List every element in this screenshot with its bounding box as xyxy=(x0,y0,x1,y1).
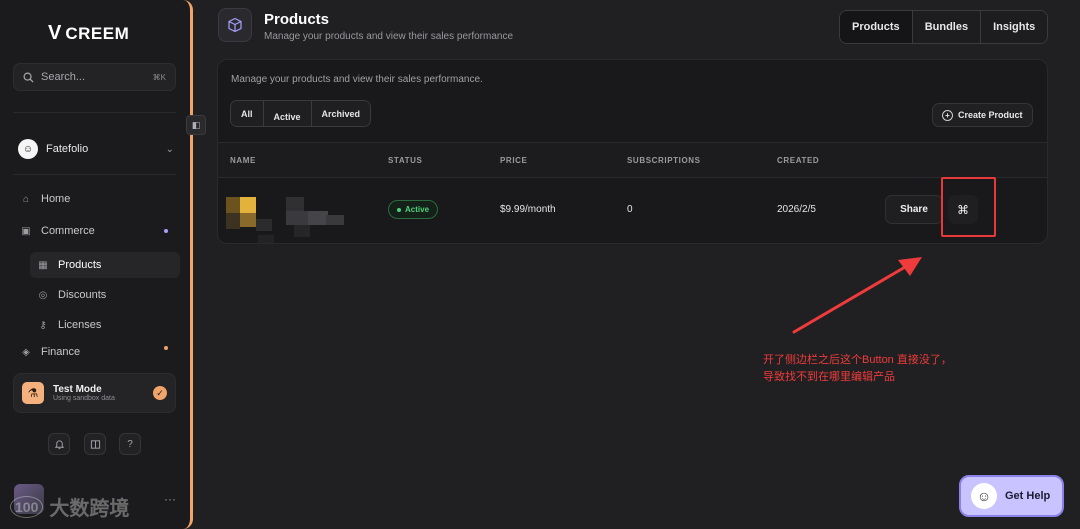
sidebar-item-products[interactable]: ▦ Products xyxy=(30,252,180,278)
box-icon xyxy=(218,8,252,42)
column-header-status: STATUS xyxy=(388,156,423,165)
watermark: 100 大数跨境 xyxy=(10,492,129,521)
image-icon: ▦ xyxy=(38,259,48,271)
sidebar-item-home[interactable]: ⌂ Home xyxy=(13,186,178,212)
subscriptions-cell: 0 xyxy=(627,204,633,215)
flask-icon: ⚗ xyxy=(22,382,44,404)
sidebar-item-label: Home xyxy=(41,193,71,205)
sidebar-item-label: Discounts xyxy=(58,289,107,301)
discount-icon: ◎ xyxy=(38,289,48,301)
sidebar-item-label: Commerce xyxy=(41,225,95,237)
price-cell: $9.99/month xyxy=(500,204,556,215)
mascot-icon: ☺ xyxy=(971,483,997,509)
status-text: Active xyxy=(405,205,430,214)
page-title: Products xyxy=(264,11,330,28)
status-badge: Active xyxy=(388,200,439,219)
annotation-arrow xyxy=(792,257,922,334)
chevron-down-icon: ⌄ xyxy=(165,143,174,155)
org-avatar: ☺ xyxy=(18,139,38,159)
annotation-line-1: 开了侧边栏之后这个Button 直接没了， xyxy=(763,354,952,366)
annotation-note: 开了侧边栏之后这个Button 直接没了， 导致找不到在哪里编辑产品 xyxy=(763,352,993,386)
sidebar-item-discounts[interactable]: ◎ Discounts xyxy=(30,282,180,308)
more-icon[interactable]: ··· xyxy=(164,492,176,506)
finance-icon: ◈ xyxy=(22,346,30,358)
search-input[interactable]: Search... ⌘K xyxy=(13,63,176,91)
notification-dot xyxy=(164,346,168,350)
header-tabs: Products Bundles Insights xyxy=(839,10,1049,44)
column-header-name: NAME xyxy=(230,156,256,165)
create-product-label: Create Product xyxy=(958,110,1023,120)
filter-active[interactable]: Active xyxy=(262,101,311,126)
column-header-subscriptions: SUBSCRIPTIONS xyxy=(627,156,701,165)
logo-text: CREEM xyxy=(65,23,130,43)
notification-dot xyxy=(164,229,168,233)
check-icon: ✓ xyxy=(153,386,167,400)
org-switcher[interactable]: ☺ Fatefolio ⌄ xyxy=(18,137,174,161)
get-help-button[interactable]: ☺ Get Help xyxy=(959,475,1064,517)
org-name: Fatefolio xyxy=(46,143,89,155)
test-mode-title: Test Mode xyxy=(53,384,102,395)
page-subtitle: Manage your products and view their sale… xyxy=(264,31,514,42)
test-mode-toggle[interactable]: ⚗ Test Mode Using sandbox data ✓ xyxy=(13,373,176,413)
plus-circle-icon: + xyxy=(942,109,953,121)
product-thumbnail xyxy=(224,197,349,250)
tab-bundles[interactable]: Bundles xyxy=(911,11,981,43)
sidebar-item-label: Products xyxy=(58,259,102,271)
help-icon[interactable]: ? xyxy=(119,433,141,455)
card-subtitle: Manage your products and view their sale… xyxy=(231,74,483,85)
bell-icon[interactable] xyxy=(48,433,70,455)
watermark-logo: 100 xyxy=(10,495,44,518)
share-button[interactable]: Share xyxy=(885,195,943,224)
annotation-highlight-box xyxy=(941,177,996,237)
search-shortcut: ⌘K xyxy=(152,72,166,82)
sidebar-item-commerce[interactable]: ▣ Commerce xyxy=(13,218,178,244)
create-product-button[interactable]: + Create Product xyxy=(932,103,1033,127)
key-icon: ⚷ xyxy=(39,319,47,331)
status-filter: All Active Archived xyxy=(230,100,372,127)
products-card: Manage your products and view their sale… xyxy=(217,59,1048,244)
sidebar-item-finance[interactable]: ◈ Finance xyxy=(13,346,178,362)
created-cell: 2026/2/5 xyxy=(777,204,816,215)
search-icon xyxy=(23,72,34,83)
status-dot xyxy=(397,207,401,212)
table-header: NAME STATUS PRICE SUBSCRIPTIONS CREATED xyxy=(218,142,1047,178)
test-mode-subtitle: Using sandbox data xyxy=(53,395,115,402)
logo[interactable]: V CREEM xyxy=(48,22,129,45)
search-placeholder: Search... xyxy=(41,71,86,83)
tab-products[interactable]: Products xyxy=(840,11,912,43)
sidebar-item-label: Finance xyxy=(41,346,81,358)
divider xyxy=(13,112,176,113)
home-icon: ⌂ xyxy=(22,193,30,205)
filter-all[interactable]: All xyxy=(231,101,263,126)
get-help-label: Get Help xyxy=(1005,490,1051,502)
sidebar-toggle-icon: ◧ xyxy=(191,119,201,130)
sidebar: V CREEM Search... ⌘K ☺ Fatefolio ⌄ ⌂ Hom… xyxy=(0,0,193,529)
commerce-icon: ▣ xyxy=(21,225,31,237)
tab-insights[interactable]: Insights xyxy=(980,11,1048,43)
divider xyxy=(13,174,176,175)
book-icon[interactable] xyxy=(84,433,106,455)
annotation-line-2: 导致找不到在哪里编辑产品 xyxy=(763,371,895,383)
column-header-created: CREATED xyxy=(777,156,820,165)
watermark-text: 大数跨境 xyxy=(49,498,130,520)
column-header-price: PRICE xyxy=(500,156,528,165)
sidebar-item-licenses[interactable]: ⚷ Licenses xyxy=(30,312,180,338)
filter-archived[interactable]: Archived xyxy=(310,101,371,126)
sidebar-collapse-button[interactable]: ◧ xyxy=(186,115,206,135)
sidebar-item-label: Licenses xyxy=(58,319,102,331)
logo-mark: V xyxy=(48,22,62,44)
